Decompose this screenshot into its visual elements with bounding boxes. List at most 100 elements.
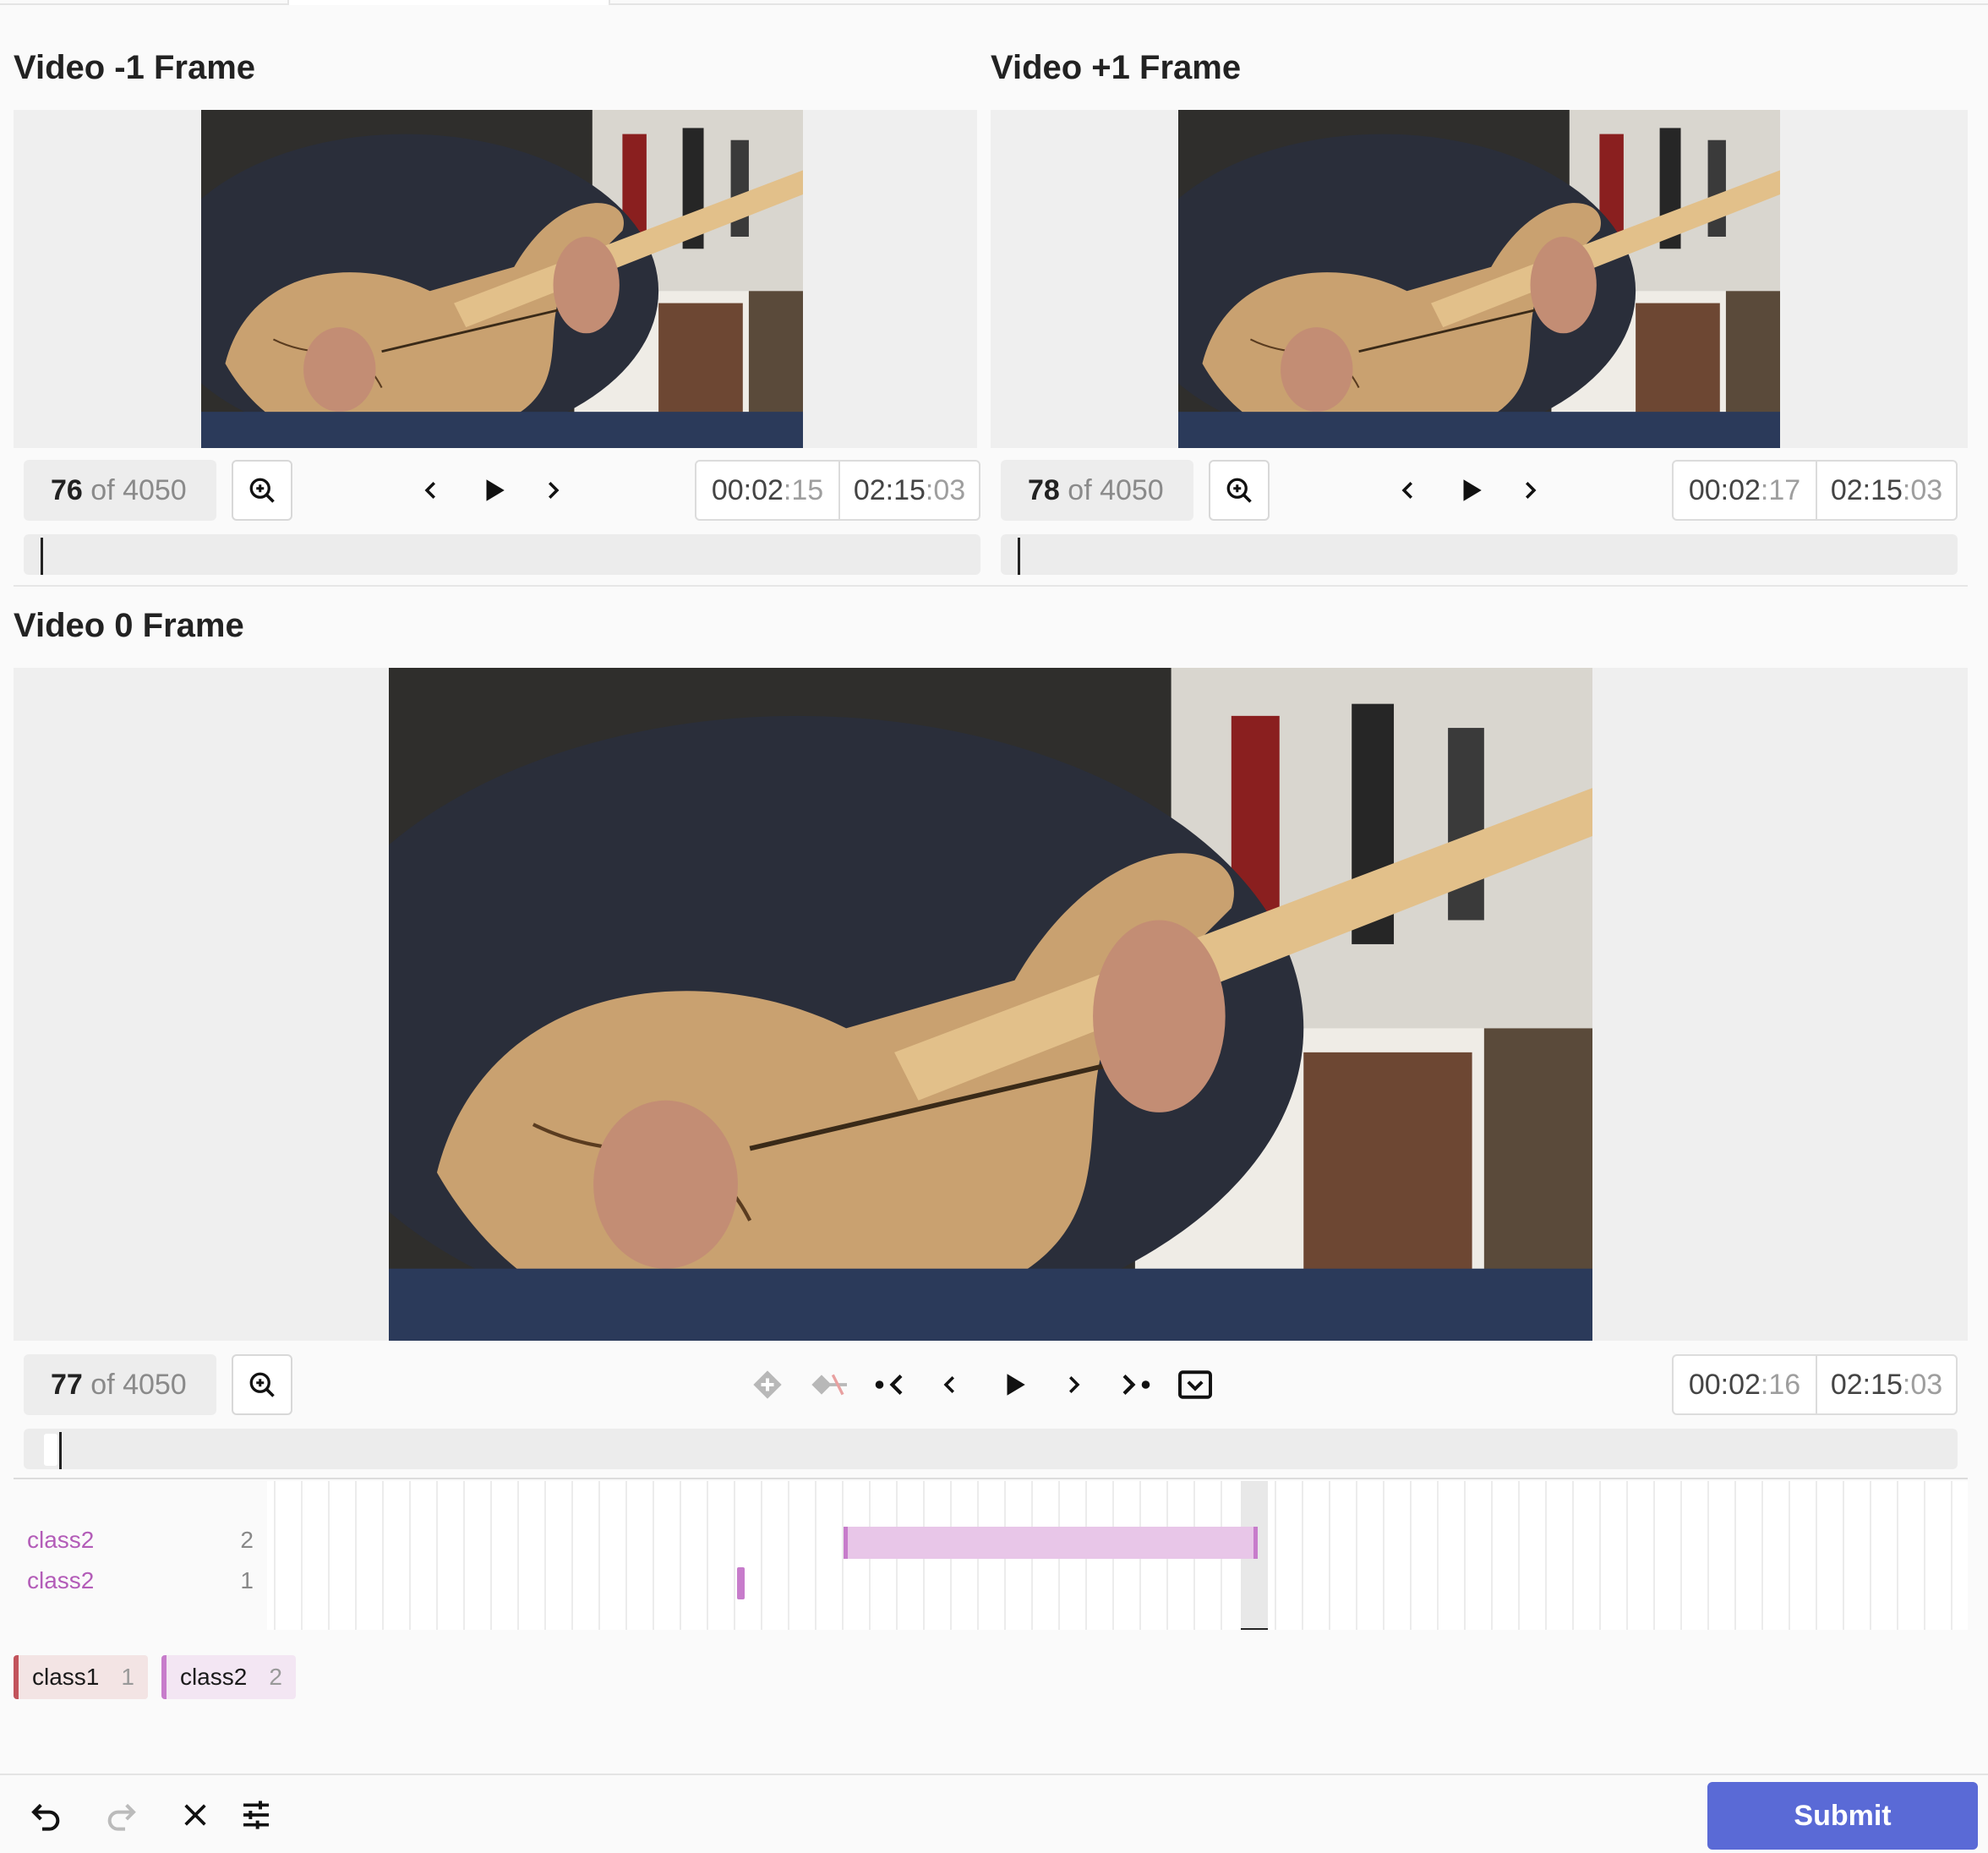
timeline-grid-line	[815, 1481, 816, 1630]
timeline-grid-line	[1951, 1481, 1952, 1630]
next-frame-counter[interactable]: 78 of 4050	[1001, 460, 1193, 521]
label-chip-name: class2	[179, 1664, 248, 1690]
prev-frame-counter[interactable]: 76 of 4050	[24, 460, 216, 521]
submit-button[interactable]: Submit	[1707, 1782, 1978, 1850]
settings-button[interactable]	[232, 1790, 281, 1839]
timeline-grid-line	[382, 1481, 384, 1630]
label-chip-class1[interactable]: class1 1	[14, 1655, 148, 1699]
timeline: class2 2 class2 1	[14, 1481, 1968, 1630]
next-time-display: 00:02:17 02:15:03	[1672, 460, 1958, 521]
current-step-forward-button[interactable]	[1051, 1354, 1095, 1415]
timeline-grid-line	[1924, 1481, 1925, 1630]
label-chip-class2[interactable]: class2 2	[161, 1655, 296, 1699]
track-keyframe[interactable]	[844, 1527, 848, 1559]
timeline-grid-line	[355, 1481, 357, 1630]
chevron-left-icon	[1401, 482, 1412, 499]
timeline-grid-line	[571, 1481, 573, 1630]
timeline-grid-line	[490, 1481, 492, 1630]
tab-strip	[0, 0, 1988, 5]
timeline-divider	[14, 1478, 1968, 1479]
current-scrubber[interactable]	[24, 1429, 1958, 1469]
timeline-grid-line	[436, 1481, 438, 1630]
current-frame-number: 77	[51, 1369, 83, 1401]
prev-frame-number: 76	[51, 474, 83, 506]
track-name: class2	[27, 1527, 95, 1553]
next-frame-number: 78	[1028, 474, 1060, 506]
next-time-total: 02:15:03	[1816, 462, 1956, 519]
prev-zoom-button[interactable]	[232, 460, 292, 521]
current-panel-title: Video 0 Frame	[14, 607, 244, 644]
timeline-grid-line	[1491, 1481, 1493, 1630]
prev-step-back-button[interactable]	[409, 460, 453, 521]
timeline-grid-line	[274, 1481, 276, 1630]
next-playhead[interactable]	[1018, 538, 1020, 575]
delete-keyframe-button[interactable]	[808, 1354, 852, 1415]
delete-keyframe-icon	[811, 1374, 847, 1396]
timeline-grid-line	[1816, 1481, 1817, 1630]
current-scrubber-handle[interactable]	[44, 1434, 57, 1466]
current-step-back-button[interactable]	[928, 1354, 972, 1415]
prev-playhead[interactable]	[41, 538, 43, 575]
current-time-total: 02:15:03	[1816, 1356, 1956, 1413]
prev-play-button[interactable]	[472, 460, 516, 521]
track-name: class2	[27, 1567, 95, 1593]
add-keyframe-button[interactable]	[746, 1354, 789, 1415]
next-keyframe-button[interactable]	[1112, 1354, 1156, 1415]
collapse-button[interactable]	[1173, 1354, 1217, 1415]
prev-video-frame	[201, 110, 803, 448]
current-zoom-button[interactable]	[232, 1354, 292, 1415]
panel-divider	[14, 585, 1968, 587]
track-segment[interactable]	[844, 1527, 1258, 1559]
next-step-back-button[interactable]	[1386, 460, 1430, 521]
timeline-grid-line	[1383, 1481, 1384, 1630]
current-time-display: 00:02:16 02:15:03	[1672, 1354, 1958, 1415]
timeline-grid-line	[1707, 1481, 1709, 1630]
play-icon	[1007, 1374, 1025, 1396]
timeline-grid-line	[463, 1481, 465, 1630]
close-button[interactable]	[171, 1790, 220, 1839]
chevron-left-icon	[943, 1376, 954, 1393]
timeline-grid-line	[301, 1481, 303, 1630]
undo-button[interactable]	[22, 1790, 71, 1839]
play-icon	[1463, 479, 1482, 501]
label-chip-count: 1	[121, 1664, 134, 1690]
current-frame-counter[interactable]: 77 of 4050	[24, 1354, 216, 1415]
timeline-grid-line	[1789, 1481, 1790, 1630]
prev-frame-total: of 4050	[90, 474, 187, 506]
next-toolbar: 78 of 4050 00:02:17 02:15:03	[1001, 460, 1958, 522]
redo-icon	[107, 1803, 136, 1831]
track-label-row[interactable]: class2 1	[14, 1561, 267, 1601]
prev-time-total: 02:15:03	[838, 462, 979, 519]
timeline-grid-line	[409, 1481, 411, 1630]
timeline-grid-line	[1897, 1481, 1898, 1630]
next-step-forward-button[interactable]	[1508, 460, 1552, 521]
redo-button[interactable]	[96, 1790, 145, 1839]
track-label-row[interactable]: class2 2	[14, 1520, 267, 1561]
zoom-in-icon	[1226, 478, 1252, 503]
timeline-grid-line	[1356, 1481, 1357, 1630]
prev-scrubber[interactable]	[24, 534, 980, 575]
timeline-grid-line	[1572, 1481, 1574, 1630]
prev-step-forward-button[interactable]	[531, 460, 575, 521]
zoom-in-icon	[249, 478, 275, 503]
timeline-grid-line	[517, 1481, 519, 1630]
next-scrubber[interactable]	[1001, 534, 1958, 575]
current-play-button[interactable]	[992, 1354, 1036, 1415]
chevron-right-icon	[549, 482, 560, 499]
timeline-grid-line	[1329, 1481, 1330, 1630]
timeline-grid[interactable]	[267, 1481, 1968, 1630]
next-zoom-button[interactable]	[1209, 460, 1270, 521]
timeline-grid-line	[544, 1481, 546, 1630]
current-playhead[interactable]	[59, 1432, 62, 1469]
next-play-button[interactable]	[1449, 460, 1493, 521]
timeline-grid-line	[1410, 1481, 1412, 1630]
track-keyframe[interactable]	[737, 1567, 745, 1599]
timeline-grid-line	[328, 1481, 330, 1630]
track-labels: class2 2 class2 1	[14, 1520, 267, 1601]
timeline-grid-line	[1518, 1481, 1520, 1630]
tab-active[interactable]	[287, 0, 610, 5]
timeline-grid-line	[1599, 1481, 1601, 1630]
previous-keyframe-button[interactable]	[869, 1354, 913, 1415]
track-count: 1	[240, 1567, 254, 1593]
track-keyframe[interactable]	[1253, 1527, 1258, 1559]
